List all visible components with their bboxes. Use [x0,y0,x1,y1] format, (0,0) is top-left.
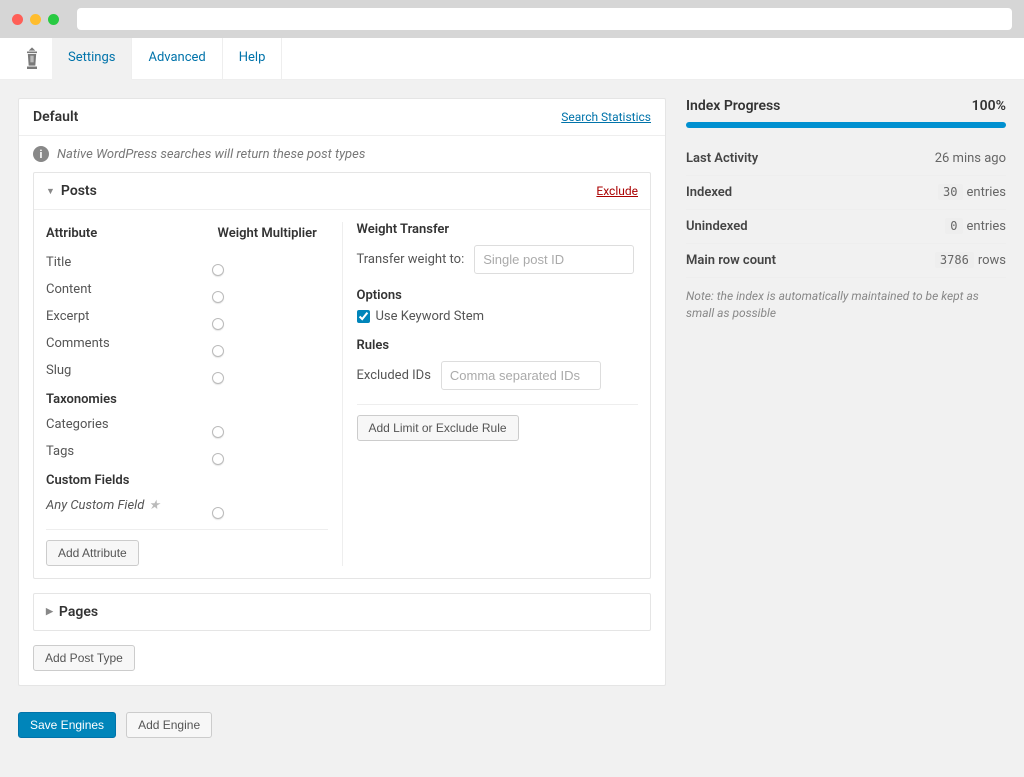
close-icon[interactable] [12,14,23,25]
custom-fields-header: Custom Fields [46,465,328,492]
info-text: Native WordPress searches will return th… [57,147,365,162]
attr-title: Title [46,255,218,270]
index-note: Note: the index is automatically maintai… [686,278,1006,332]
use-keyword-stem-label: Use Keyword Stem [376,309,485,324]
transfer-weight-label: Transfer weight to: [357,252,465,267]
app-logo [12,38,52,79]
last-activity-value: 26 mins ago [935,151,1006,166]
indexed-label: Indexed [686,185,732,200]
transfer-weight-input[interactable] [474,245,634,274]
tab-settings[interactable]: Settings [52,38,132,80]
maximize-icon[interactable] [48,14,59,25]
search-statistics-link[interactable]: Search Statistics [561,110,651,124]
exclude-link[interactable]: Exclude [596,184,638,198]
attr-comments: Comments [46,336,218,351]
star-icon: ★ [148,498,160,513]
main-row-count-label: Main row count [686,253,776,268]
save-engines-button[interactable]: Save Engines [18,712,116,738]
tab-advanced[interactable]: Advanced [132,38,222,79]
topbar: Settings Advanced Help [0,38,1024,80]
info-line: i Native WordPress searches will return … [19,136,665,172]
browser-chrome [0,0,1024,38]
posts-section: ▼ Posts Exclude Attribute Weight Multipl… [33,172,651,579]
chevron-right-icon[interactable]: ▶ [46,607,53,617]
index-progress-pct: 100% [972,98,1006,114]
last-activity-label: Last Activity [686,151,758,166]
unindexed-count: 0 [945,218,962,234]
main-tabs: Settings Advanced Help [52,38,282,79]
add-rule-button[interactable]: Add Limit or Exclude Rule [357,415,519,441]
weight-multiplier-header: Weight Multiplier [218,226,328,241]
excluded-ids-input[interactable] [441,361,601,390]
footer-actions: Save Engines Add Engine [0,704,1024,756]
excluded-ids-label: Excluded IDs [357,368,431,383]
attr-excerpt: Excerpt [46,309,218,324]
info-icon: i [33,146,49,162]
pages-title: Pages [59,604,98,620]
url-bar[interactable] [77,8,1012,30]
rules-header: Rules [357,338,639,353]
any-custom-field: Any Custom Field [46,498,144,513]
unindexed-suffix: entries [967,219,1007,234]
traffic-lights [12,14,59,25]
add-attribute-button[interactable]: Add Attribute [46,540,139,566]
posts-title: Posts [61,183,97,199]
attr-slug: Slug [46,363,218,378]
tab-help[interactable]: Help [223,38,283,79]
main-row-count-value: 3786 [935,252,974,268]
engine-panel: Default Search Statistics i Native WordP… [18,98,666,686]
indexed-suffix: entries [967,185,1007,200]
indexed-count: 30 [938,184,962,200]
attr-content: Content [46,282,218,297]
index-progress-title: Index Progress [686,98,780,114]
main-row-count-suffix: rows [978,253,1006,268]
add-engine-button[interactable]: Add Engine [126,712,212,738]
pages-section: ▶ Pages [33,593,651,631]
attribute-header: Attribute [46,226,218,241]
unindexed-label: Unindexed [686,219,748,234]
minimize-icon[interactable] [30,14,41,25]
weight-transfer-header: Weight Transfer [357,222,639,237]
attr-tags: Tags [46,444,218,459]
taxonomies-header: Taxonomies [46,384,328,411]
lantern-icon [22,47,42,71]
attr-categories: Categories [46,417,218,432]
chevron-down-icon[interactable]: ▼ [46,186,55,197]
engine-title: Default [33,109,78,125]
add-post-type-button[interactable]: Add Post Type [33,645,135,671]
progress-bar [686,122,1006,128]
index-progress-panel: Index Progress 100% Last Activity 26 min… [686,98,1006,686]
use-keyword-stem-checkbox[interactable] [357,310,370,323]
options-header: Options [357,288,639,303]
